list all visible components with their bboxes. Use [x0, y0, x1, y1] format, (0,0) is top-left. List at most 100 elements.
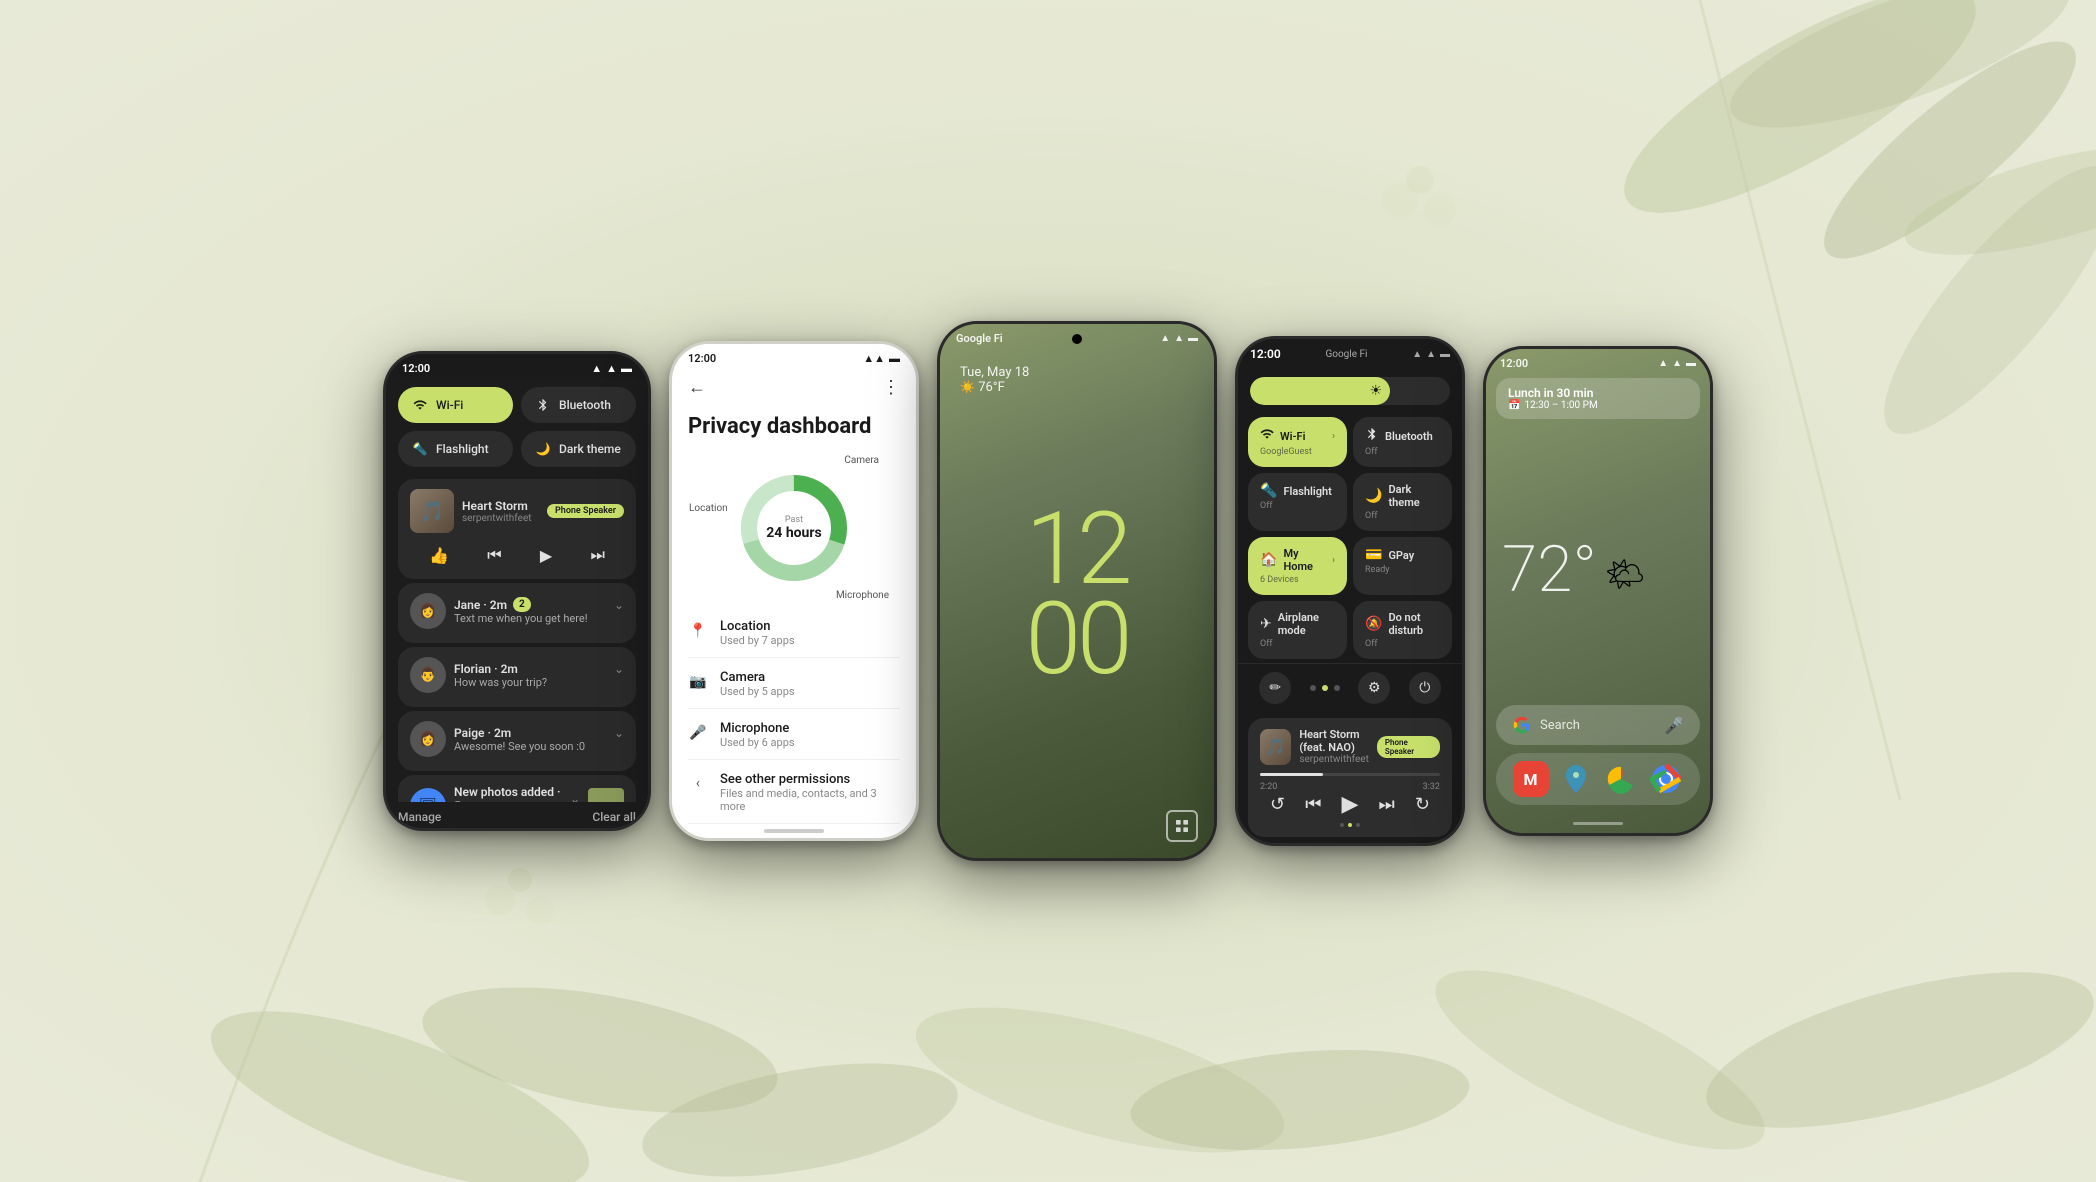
notif-paige-expand[interactable]: ⌄: [614, 726, 624, 740]
home-temp-display: 72°: [1502, 538, 1597, 602]
notif-photos-expand[interactable]: ⌄: [570, 792, 580, 802]
dnd-tile-icon: 🔕: [1365, 616, 1382, 632]
qs-grid: Wi-Fi › GoogleGuest Bluetooth: [1238, 413, 1462, 663]
gpay-tile-sub: Ready: [1365, 565, 1440, 575]
privacy-microphone[interactable]: 🎤 Microphone Used by 6 apps: [688, 711, 900, 760]
music-prev-btn[interactable]: ⏮: [487, 545, 501, 565]
qs-gpay-tile[interactable]: 💳 GPay Ready: [1353, 537, 1452, 595]
qs-dnd-tile[interactable]: 🔕 Do not disturb Off: [1353, 601, 1452, 659]
qs-dark-theme-tile[interactable]: 🌙 Dark theme Off: [1353, 473, 1452, 531]
home-bar: [764, 829, 824, 833]
phone3-signal: ▲: [1160, 333, 1170, 344]
qs-wifi-tile[interactable]: Wi-Fi › GoogleGuest: [1248, 417, 1347, 467]
home-search-bar[interactable]: Search 🎤: [1496, 705, 1700, 745]
phone1-screen: 12:00 ▲ ▲ ▬ Wi-Fi: [386, 354, 648, 828]
qs-play-btn[interactable]: ▶: [1342, 792, 1359, 817]
notif-florian-expand[interactable]: ⌄: [614, 662, 624, 676]
more-button[interactable]: ⋮: [882, 377, 900, 398]
privacy-toolbar: ← ⋮: [672, 369, 916, 406]
back-button[interactable]: ←: [688, 377, 706, 398]
notif-paige-name: Paige · 2m: [454, 726, 511, 740]
other-sub: Files and media, contacts, and 3 more: [720, 787, 900, 813]
privacy-camera[interactable]: 📷 Camera Used by 5 apps: [688, 660, 900, 709]
qs-prev-btn[interactable]: ⏮: [1305, 794, 1321, 815]
bluetooth-icon: [535, 397, 551, 413]
clock-date: Tue, May 18: [960, 365, 1194, 380]
home-tile-icon: 🏠: [1260, 552, 1277, 568]
phone5-signal: ▲: [1658, 358, 1668, 369]
qs-next-btn[interactable]: ⏭: [1379, 794, 1395, 815]
app-maps[interactable]: [1558, 761, 1594, 797]
home-screen: 12:00 ▲ ▲ ▬ Lunch in 30 min 📅 12:30 – 1:…: [1486, 349, 1710, 833]
qs-music-artist: serpentwithfeet: [1299, 754, 1369, 765]
notif-florian: 👨 Florian · 2m ⌄ How was your trip?: [398, 647, 636, 707]
flashlight-tile-sub: Off: [1260, 501, 1335, 511]
notif-jane-avatar: 👩: [410, 593, 446, 629]
app-gmail[interactable]: M: [1513, 761, 1549, 797]
qs-cast-btn[interactable]: ↻: [1415, 794, 1430, 815]
qs-tile-bluetooth[interactable]: Bluetooth: [521, 387, 636, 423]
airplane-tile-sub: Off: [1260, 639, 1335, 649]
qs-settings-button[interactable]: ⚙: [1358, 672, 1390, 704]
qs-flashlight-label: Flashlight: [436, 442, 489, 456]
music-controls: 👍 ⏮ ▶ ⏭: [410, 541, 624, 569]
clock-date-area: Tue, May 18 ☀️ 76°F: [940, 349, 1214, 395]
phone4-carrier: Google Fi: [1325, 349, 1367, 360]
brightness-bar[interactable]: ☀: [1250, 377, 1450, 405]
privacy-location[interactable]: 📍 Location Used by 7 apps: [688, 609, 900, 658]
bluetooth-tile-icon: [1365, 427, 1379, 445]
home-tile-chevron: ›: [1332, 555, 1335, 566]
bluetooth-tile-sub: Off: [1365, 447, 1440, 457]
dnd-tile-name: Do not disturb: [1388, 611, 1440, 637]
qs-airplane-tile[interactable]: ✈ Airplane mode Off: [1248, 601, 1347, 659]
wifi-tile-icon: [1260, 427, 1274, 445]
clear-all-button[interactable]: Clear all: [592, 810, 636, 824]
mic-icon[interactable]: 🎤: [1664, 716, 1684, 735]
notif-jane-header: 👩 Jane · 2m 2 ⌄ Text me when you get her…: [410, 593, 624, 629]
qs-replay-btn[interactable]: ↺: [1270, 794, 1285, 815]
notif-florian-text: How was your trip?: [454, 676, 624, 689]
phone3-carrier: Google Fi: [956, 332, 1003, 345]
manage-button[interactable]: Manage: [398, 810, 441, 824]
camera-sub: Used by 5 apps: [720, 685, 900, 698]
music-dot1: [1340, 823, 1344, 827]
phone4-status-bar: 12:00 Google Fi ▲ ▲ ▬: [1238, 339, 1462, 365]
app-photos[interactable]: [1603, 761, 1639, 797]
recent-apps-button[interactable]: [1166, 810, 1198, 842]
qs-power-button[interactable]: ⏻: [1409, 672, 1441, 704]
chart-camera-label: Camera: [844, 455, 879, 466]
phone-clock: Google Fi ▲ ▲ ▬ Tue, May 18 ☀️ 76°F: [937, 321, 1217, 861]
dnd-tile-sub: Off: [1365, 639, 1440, 649]
notif-florian-name: Florian · 2m: [454, 662, 518, 676]
notif-paige-content: Paige · 2m ⌄ Awesome! See you soon :0: [454, 726, 624, 753]
donut-chart: Past 24 hours Camera Location Microphone: [729, 463, 859, 593]
notif-jane-expand[interactable]: ⌄: [614, 598, 624, 612]
phone4-carrier-area: Google Fi: [1325, 349, 1367, 360]
flashlight-tile-name: Flashlight: [1283, 485, 1331, 498]
google-g-logo: [1512, 715, 1532, 735]
airplane-tile-icon: ✈: [1260, 616, 1272, 632]
qs-tile-wifi[interactable]: Wi-Fi: [398, 387, 513, 423]
qs-bottom-bar: ✏ ⚙ ⏻: [1238, 663, 1462, 712]
clock-time-text: 1200: [1026, 505, 1129, 685]
notification-screen: 12:00 ▲ ▲ ▬ Wi-Fi: [386, 354, 648, 828]
app-chrome[interactable]: [1648, 761, 1684, 797]
qs-bluetooth-tile[interactable]: Bluetooth Off: [1353, 417, 1452, 467]
music-next-btn[interactable]: ⏭: [590, 545, 604, 565]
qs-flashlight-tile[interactable]: 🔦 Flashlight Off: [1248, 473, 1347, 531]
notif-jane-name: Jane · 2m: [454, 598, 507, 612]
qs-home-tile[interactable]: 🏠 My Home › 6 Devices: [1248, 537, 1347, 595]
phone2-status-icons: ▲▲ ▬: [863, 352, 900, 365]
qs-tile-flashlight[interactable]: 🔦 Flashlight: [398, 431, 513, 467]
qs-tile-dark-theme[interactable]: 🌙 Dark theme: [521, 431, 636, 467]
qs-music-title: Heart Storm (feat. NAO): [1299, 728, 1369, 754]
qs-edit-button[interactable]: ✏: [1259, 672, 1291, 704]
music-thumb-up[interactable]: 👍: [429, 546, 449, 565]
phone4-screen: 12:00 Google Fi ▲ ▲ ▬: [1238, 339, 1462, 843]
music-play-btn[interactable]: ▶: [540, 546, 552, 565]
notif-paige-avatar: 👩: [410, 721, 446, 757]
phone2-screen: 12:00 ▲▲ ▬ ← ⋮ Privacy dashboard: [672, 344, 916, 838]
phone2-time: 12:00: [688, 352, 716, 365]
phone5-time: 12:00: [1500, 357, 1528, 370]
privacy-other[interactable]: › See other permissions Files and media,…: [688, 762, 900, 824]
